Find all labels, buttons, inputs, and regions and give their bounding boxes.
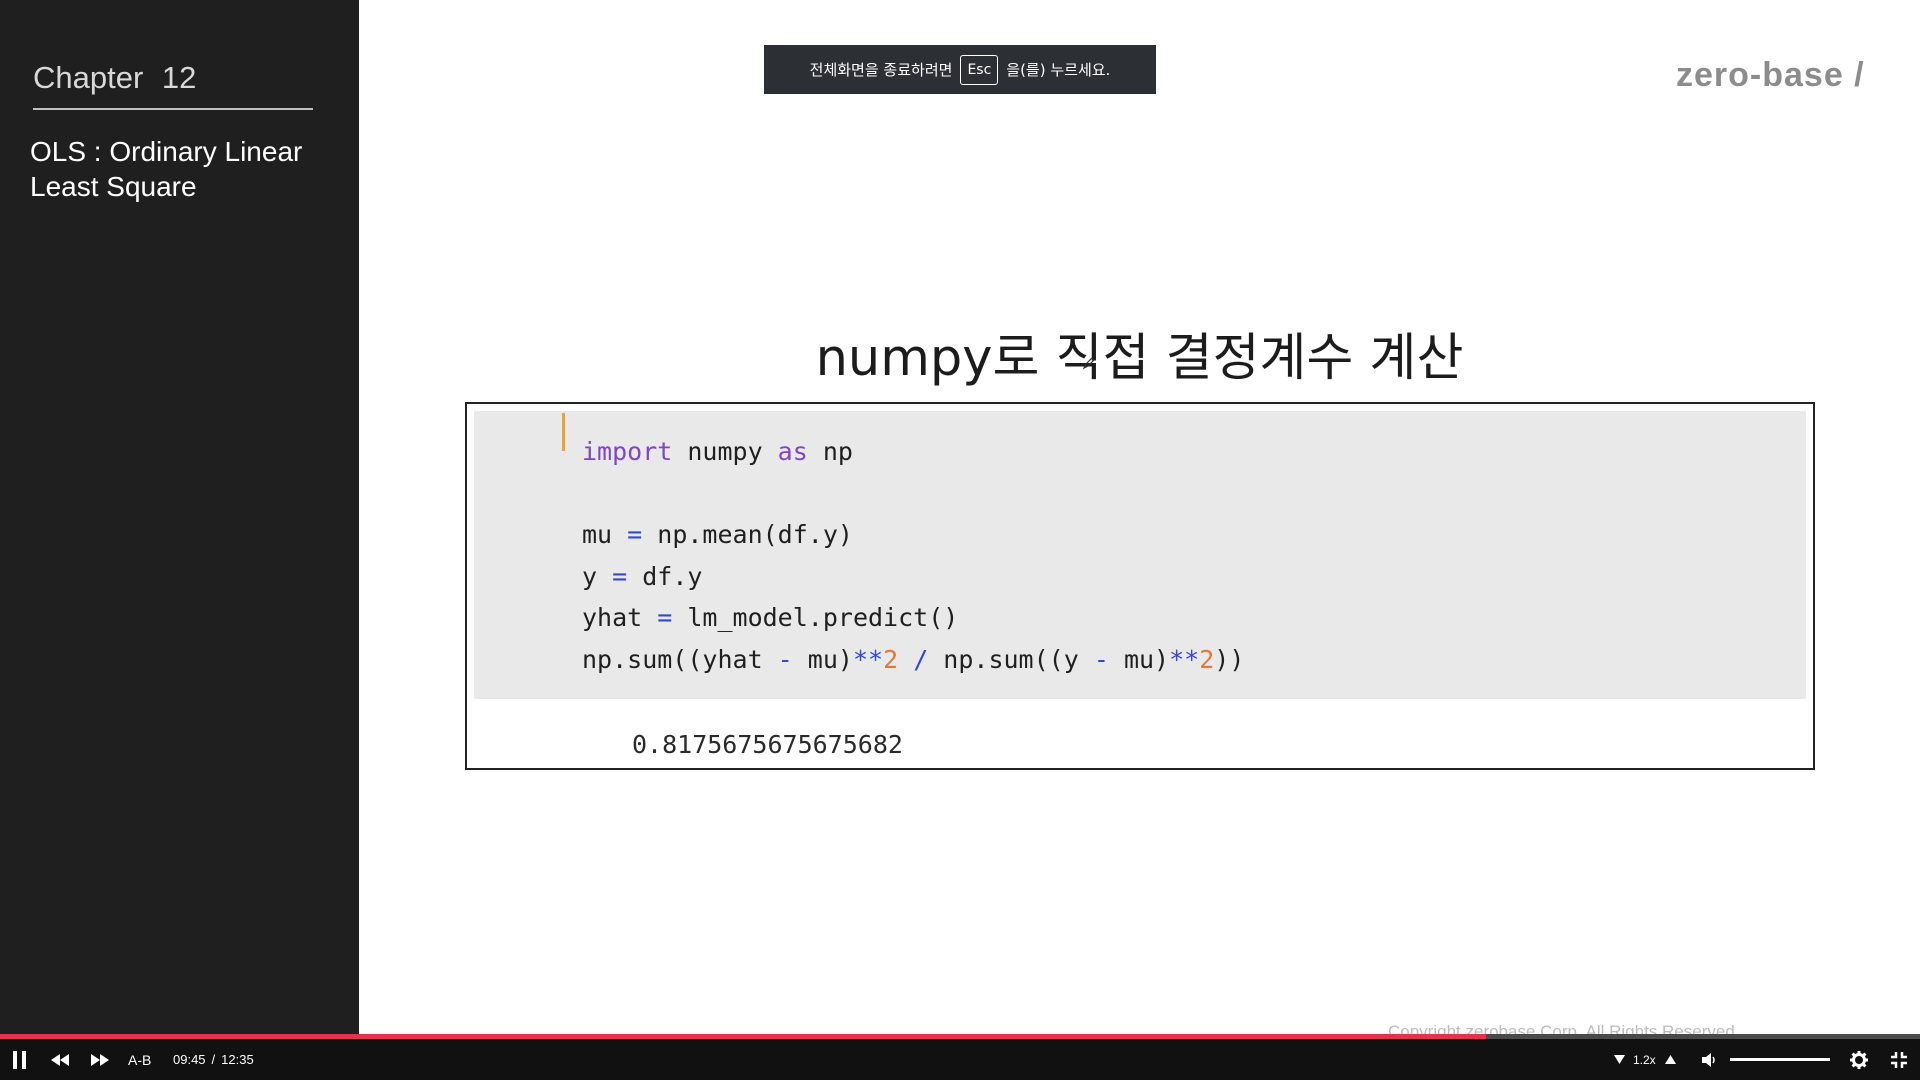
fast-forward-icon bbox=[91, 1053, 109, 1066]
chapter-divider bbox=[33, 108, 313, 110]
esc-key-badge: Esc bbox=[960, 54, 999, 85]
rewind-icon bbox=[51, 1053, 69, 1066]
speed-up-button[interactable] bbox=[1665, 1039, 1676, 1080]
total-time: 12:35 bbox=[221, 1052, 254, 1067]
code-line-1: import numpy as np bbox=[582, 437, 853, 466]
pause-icon bbox=[13, 1050, 26, 1069]
code-line-3: mu = np.mean(df.y) bbox=[582, 520, 853, 549]
section-title: OLS : Ordinary Linear Least Square bbox=[30, 136, 303, 202]
code-line-5: yhat = lm_model.predict() bbox=[582, 603, 959, 632]
pen-cursor-icon bbox=[1082, 357, 1095, 370]
notice-text-after: 을(를) 누르세요. bbox=[1006, 61, 1111, 79]
ab-repeat-button[interactable]: A-B bbox=[128, 1039, 151, 1080]
volume-slider[interactable] bbox=[1730, 1058, 1830, 1061]
forward-button[interactable] bbox=[90, 1039, 110, 1080]
triangle-down-icon bbox=[1614, 1055, 1625, 1064]
pause-button[interactable] bbox=[12, 1039, 28, 1080]
rewind-button[interactable] bbox=[50, 1039, 70, 1080]
chapter-sidebar: Chapter 12 OLS : Ordinary Linear Least S… bbox=[0, 0, 359, 1080]
exit-fullscreen-button[interactable] bbox=[1891, 1039, 1907, 1080]
cell-output: 0.8175675675675682 bbox=[632, 730, 903, 759]
settings-button[interactable] bbox=[1850, 1039, 1868, 1080]
speed-down-button[interactable] bbox=[1614, 1039, 1625, 1080]
notice-text-before: 전체화면을 종료하려면 bbox=[809, 61, 953, 79]
chapter-label: Chapter 12 bbox=[33, 60, 197, 95]
speaker-icon bbox=[1702, 1052, 1715, 1067]
gear-icon bbox=[1850, 1050, 1868, 1069]
code-line-4: y = df.y bbox=[582, 561, 703, 591]
fullscreen-exit-notice: 전체화면을 종료하려면 Esc 을(를) 누르세요. bbox=[764, 45, 1156, 94]
player-controls: A-B 09:45 / 12:35 1.2x bbox=[0, 1039, 1920, 1080]
exit-fullscreen-icon bbox=[1891, 1051, 1907, 1068]
triangle-up-icon bbox=[1665, 1055, 1676, 1064]
time-display: 09:45 / 12:35 bbox=[173, 1039, 254, 1080]
code-line-6: np.sum((yhat - mu)**2 / np.sum((y - mu)*… bbox=[582, 644, 1245, 674]
code-input-area[interactable]: import numpy as np mu = np.mean(df.y) y … bbox=[474, 411, 1806, 699]
time-separator: / bbox=[211, 1052, 216, 1067]
zero-base-logo: zero-base / bbox=[1676, 56, 1865, 94]
slide-title: numpy로 직접 결정계수 계산 bbox=[815, 329, 1464, 388]
text-caret bbox=[562, 413, 565, 451]
volume-button[interactable] bbox=[1702, 1039, 1718, 1080]
code-block: import numpy as np mu = np.mean(df.y) y … bbox=[582, 431, 1244, 680]
current-time: 09:45 bbox=[173, 1052, 206, 1067]
code-cell-frame: import numpy as np mu = np.mean(df.y) y … bbox=[465, 402, 1815, 770]
playback-speed: 1.2x bbox=[1633, 1052, 1656, 1067]
